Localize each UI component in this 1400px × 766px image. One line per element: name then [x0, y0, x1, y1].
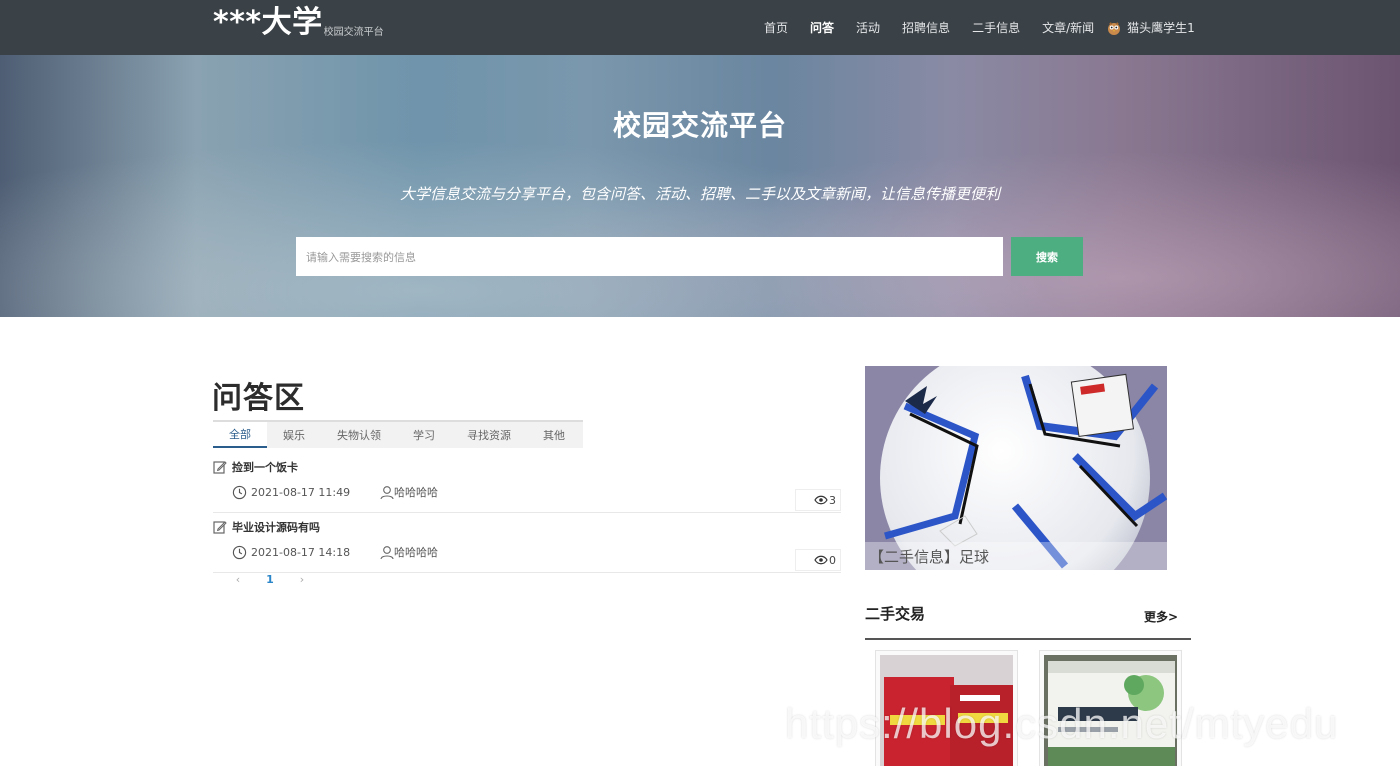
question-time-text: 2021-08-17 14:18 [251, 545, 351, 559]
featured-caption[interactable]: 【二手信息】足球 [865, 542, 1167, 570]
owl-avatar-icon [1108, 21, 1121, 35]
trade-section-header: 二手交易 更多> [865, 600, 1191, 640]
question-title-text: 捡到一个饭卡 [232, 461, 298, 474]
view-count-text: 0 [829, 553, 836, 567]
brand-logo[interactable]: ***大学 校园交流平台 [213, 6, 384, 40]
navbar: ***大学 校园交流平台 首页 问答 活动 招聘信息 二手信息 文章/新闻 猫头… [0, 0, 1400, 55]
more-link[interactable]: 更多> [1144, 608, 1178, 625]
eye-icon [814, 555, 828, 565]
featured-secondhand-item[interactable]: 【二手信息】足球 [865, 366, 1167, 570]
view-count: 3 [795, 489, 841, 511]
question-title[interactable]: 毕业设计源码有吗 [213, 519, 320, 535]
tab-all[interactable]: 全部 [213, 422, 267, 448]
view-count: 0 [795, 549, 841, 571]
question-time: 2021-08-17 11:49 [232, 485, 380, 500]
brand-subtitle: 校园交流平台 [323, 27, 384, 38]
question-author: 哈哈哈哈 [380, 484, 438, 500]
question-item[interactable]: 毕业设计源码有吗 2021-08-17 14:18 哈哈哈哈 0 [213, 513, 841, 573]
tab-entertainment[interactable]: 娱乐 [267, 422, 321, 448]
hero-subtitle: 大学信息交流与分享平台，包含问答、活动、招聘、二手以及文章新闻，让信息传播更便利 [399, 185, 1000, 203]
nav-item-home[interactable]: 首页 [764, 19, 788, 36]
pager-page-1[interactable]: 1 [254, 573, 286, 586]
watermark-text: https://blog.csdn.net/mtyedu [785, 700, 1339, 747]
question-time-text: 2021-08-17 11:49 [251, 485, 351, 499]
question-time: 2021-08-17 14:18 [232, 545, 380, 560]
pagination: ‹ 1 › [222, 573, 318, 586]
nav-item-activities[interactable]: 活动 [856, 19, 880, 36]
user-icon [380, 485, 394, 499]
question-title[interactable]: 捡到一个饭卡 [213, 459, 298, 475]
question-meta: 2021-08-17 14:18 哈哈哈哈 [232, 544, 438, 560]
question-author: 哈哈哈哈 [380, 544, 438, 560]
hero-banner: 校园交流平台 大学信息交流与分享平台，包含问答、活动、招聘、二手以及文章新闻，让… [0, 55, 1400, 317]
nav-item-qa[interactable]: 问答 [810, 19, 834, 36]
user-menu[interactable]: 猫头鹰学生1 [1106, 19, 1195, 36]
main-nav: 首页 问答 活动 招聘信息 二手信息 文章/新闻 猫头鹰学生1 [764, 0, 1195, 55]
user-name: 猫头鹰学生1 [1127, 21, 1195, 35]
view-count-text: 3 [829, 493, 836, 507]
pager-prev[interactable]: ‹ [222, 573, 254, 586]
search-button[interactable]: 搜索 [1011, 237, 1083, 276]
search-input[interactable]: 请输入需要搜索的信息 [296, 237, 1003, 276]
tab-study[interactable]: 学习 [397, 422, 451, 448]
user-icon [380, 545, 394, 559]
nav-item-news[interactable]: 文章/新闻 [1042, 19, 1094, 36]
hero-title: 校园交流平台 [612, 109, 787, 142]
edit-icon [213, 521, 227, 534]
edit-icon [213, 461, 227, 474]
eye-icon [814, 495, 828, 505]
tab-lost-found[interactable]: 失物认领 [321, 422, 397, 448]
section-title-qa: 问答区 [212, 381, 305, 416]
question-author-text: 哈哈哈哈 [394, 486, 438, 499]
football-image [865, 366, 1167, 570]
brand-title: ***大学 [213, 5, 323, 40]
pager-next[interactable]: › [286, 573, 318, 586]
trade-section-title: 二手交易 [865, 605, 926, 623]
question-title-text: 毕业设计源码有吗 [232, 521, 320, 534]
question-item[interactable]: 捡到一个饭卡 2021-08-17 11:49 哈哈哈哈 3 [213, 453, 841, 513]
nav-item-jobs[interactable]: 招聘信息 [902, 19, 950, 36]
nav-item-secondhand[interactable]: 二手信息 [972, 19, 1020, 36]
search-placeholder: 请输入需要搜索的信息 [306, 250, 416, 264]
tab-other[interactable]: 其他 [527, 422, 581, 448]
clock-icon [232, 485, 247, 499]
tab-find-resources[interactable]: 寻找资源 [451, 422, 527, 448]
qa-category-tabs: 全部 娱乐 失物认领 学习 寻找资源 其他 [213, 420, 583, 448]
question-meta: 2021-08-17 11:49 哈哈哈哈 [232, 484, 438, 500]
question-author-text: 哈哈哈哈 [394, 546, 438, 559]
clock-icon [232, 545, 247, 559]
